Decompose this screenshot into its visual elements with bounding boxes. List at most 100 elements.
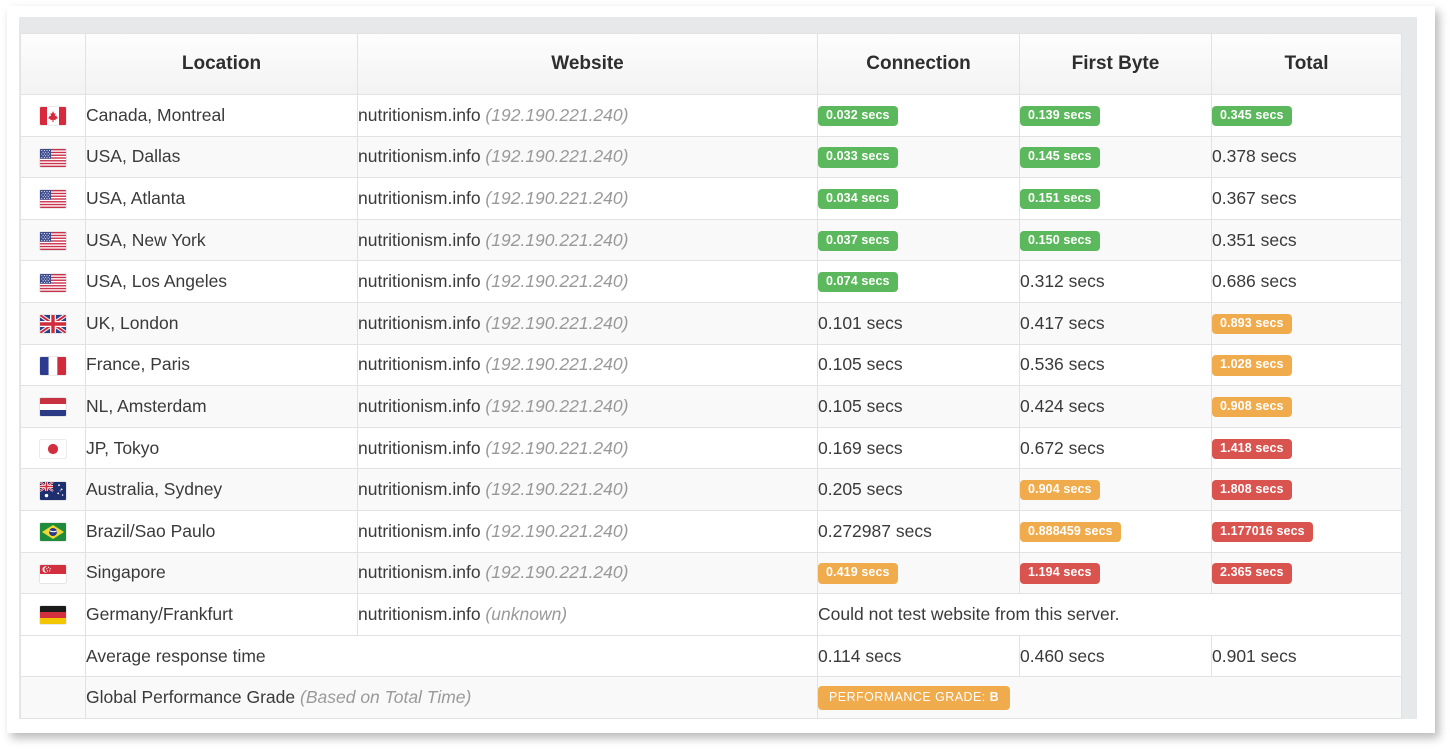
cell-total: 1.418 secs (1211, 426, 1402, 470)
cell-connection: 0.272987 secs (817, 509, 1020, 553)
grade-label-text: Global Performance Grade (86, 687, 296, 708)
cell-flag (20, 94, 86, 137)
cell-firstbyte: 0.536 secs (1019, 343, 1212, 387)
cell-website: nutritionism.info (192.190.221.240) (357, 94, 818, 137)
website-ip: (192.190.221.240) (480, 104, 629, 125)
timing-badge: 0.139 secs (1020, 105, 1100, 127)
timing-badge: 0.032 secs (818, 105, 898, 127)
website-ip: (192.190.221.240) (480, 437, 629, 458)
cell-location: USA, Los Angeles (85, 260, 358, 303)
flag-usa-icon (40, 231, 66, 250)
cell-website: nutritionism.info (192.190.221.240) (357, 343, 818, 387)
timing-badge: 0.150 secs (1020, 230, 1100, 251)
website-host: nutritionism.info (358, 312, 481, 333)
timing-badge: 0.151 secs (1020, 189, 1100, 210)
cell-firstbyte: 0.151 secs (1019, 177, 1212, 220)
cell-flag (20, 385, 86, 428)
table-body: Canada, Montreal nutritionism.info (192.1… (20, 94, 1402, 719)
table-header: Location Website Connection First Byte T… (20, 33, 1402, 95)
cell-average-firstbyte: 0.460 secs (1019, 634, 1212, 678)
cell-connection: 0.205 secs (817, 468, 1020, 511)
cell-firstbyte: 0.139 secs (1019, 94, 1212, 137)
cell-connection: 0.105 secs (817, 385, 1020, 428)
website-host: nutritionism.info (358, 437, 481, 458)
cell-location: Australia, Sydney (85, 468, 358, 511)
cell-website: nutritionism.info (192.190.221.240) (357, 260, 818, 303)
website-host: nutritionism.info (358, 187, 481, 208)
timing-badge: 0.419 secs (818, 563, 898, 584)
cell-total: 0.908 secs (1211, 385, 1402, 428)
grade-badge-letter: B (989, 689, 999, 704)
cell-firstbyte: 0.904 secs (1019, 468, 1212, 511)
website-ip: (192.190.221.240) (480, 479, 629, 500)
cell-connection: 0.101 secs (817, 301, 1020, 345)
timing-badge: 0.033 secs (818, 147, 898, 168)
speed-test-results-table: Location Website Connection First Byte T… (20, 33, 1402, 719)
flag-brazil-icon (40, 523, 66, 542)
cell-flag (20, 343, 86, 387)
cell-flag (20, 177, 86, 220)
cell-location: JP, Tokyo (85, 426, 358, 470)
cell-connection: 0.419 secs (817, 551, 1020, 595)
cell-location: NL, Amsterdam (85, 385, 358, 428)
table-row-average: Average response time 0.114 secs 0.460 sec… (20, 634, 1402, 678)
cell-location: USA, Dallas (85, 135, 358, 179)
cell-flag (20, 135, 86, 179)
cell-grade-label: Global Performance Grade (Based on Total… (85, 676, 818, 719)
flag-singapore-icon (40, 564, 66, 583)
website-host: nutritionism.info (358, 395, 481, 416)
header-cell-firstbyte[interactable]: First Byte (1019, 33, 1212, 95)
cell-location: USA, Atlanta (85, 177, 358, 220)
cell-connection: 0.169 secs (817, 426, 1020, 470)
cell-firstbyte: 0.145 secs (1019, 135, 1212, 179)
timing-badge: 0.074 secs (818, 272, 898, 293)
header-cell-connection[interactable]: Connection (817, 33, 1020, 95)
page-card: Location Website Connection First Byte T… (7, 6, 1435, 733)
flag-usa-icon (40, 190, 66, 209)
grade-badge-prefix: PERFORMANCE GRADE: (829, 689, 990, 704)
cell-connection: 0.037 secs (817, 218, 1020, 262)
cell-website: nutritionism.info (192.190.221.240) (357, 177, 818, 220)
cell-location: Canada, Montreal (85, 94, 358, 137)
cell-flag (20, 551, 86, 595)
cell-location: USA, New York (85, 218, 358, 262)
grade-label-note: (Based on Total Time) (295, 687, 472, 708)
cell-flag (20, 468, 86, 511)
header-cell-website[interactable]: Website (357, 33, 818, 95)
header-cell-location[interactable]: Location (85, 33, 358, 95)
cell-total: 1.808 secs (1211, 468, 1402, 511)
timing-badge: 0.904 secs (1020, 480, 1100, 501)
timing-badge: 0.888459 secs (1020, 521, 1121, 542)
table-row: Singapore nutritionism.info (192.190.221.… (20, 551, 1402, 595)
flag-united-kingdom-icon (40, 315, 66, 334)
cell-firstbyte: 0.150 secs (1019, 218, 1212, 262)
cell-connection: 0.032 secs (817, 94, 1020, 137)
header-row: Location Website Connection First Byte T… (20, 33, 1402, 95)
cell-flag (20, 218, 86, 262)
table-frame: Location Website Connection First Byte T… (19, 17, 1417, 719)
table-row: JP, Tokyo nutritionism.info (192.190.221.… (20, 426, 1402, 470)
header-cell-total[interactable]: Total (1211, 33, 1402, 95)
cell-connection: 0.074 secs (817, 260, 1020, 303)
website-host: nutritionism.info (358, 229, 481, 250)
flag-germany-icon (40, 606, 66, 625)
cell-flag (20, 426, 86, 470)
website-ip: (192.190.221.240) (480, 395, 629, 416)
website-ip: (192.190.221.240) (480, 271, 629, 292)
cell-website: nutritionism.info (unknown) (357, 593, 818, 636)
table-row: Canada, Montreal nutritionism.info (192.1… (20, 94, 1402, 137)
flag-japan-icon (40, 439, 66, 458)
cell-total: 2.365 secs (1211, 551, 1402, 595)
cell-website: nutritionism.info (192.190.221.240) (357, 426, 818, 470)
flag-usa-icon (40, 148, 66, 167)
cell-firstbyte: 0.312 secs (1019, 260, 1212, 303)
cell-connection: 0.105 secs (817, 343, 1020, 387)
cell-website: nutritionism.info (192.190.221.240) (357, 385, 818, 428)
cell-connection: 0.034 secs (817, 177, 1020, 220)
timing-badge: 1.418 secs (1212, 438, 1292, 459)
cell-website: nutritionism.info (192.190.221.240) (357, 135, 818, 179)
table-row: France, Paris nutritionism.info (192.190.… (20, 343, 1402, 387)
timing-badge: 2.365 secs (1212, 563, 1292, 584)
cell-flag (20, 301, 86, 345)
performance-grade-badge: PERFORMANCE GRADE: B (818, 685, 1010, 710)
